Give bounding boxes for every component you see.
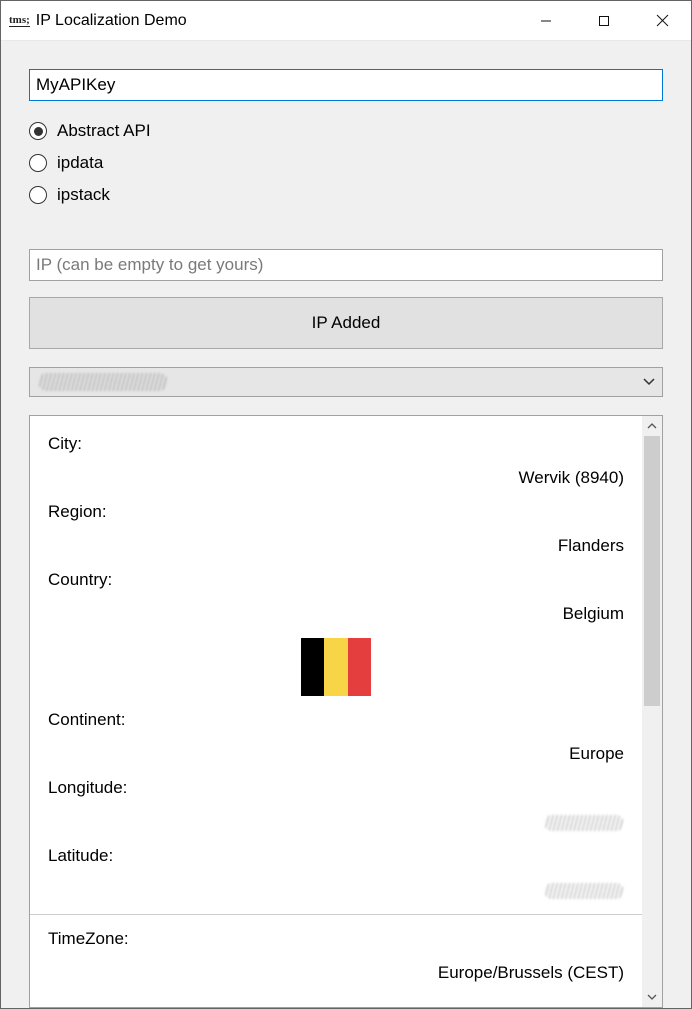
- country-value: Belgium: [48, 604, 624, 624]
- window-controls: [517, 1, 691, 40]
- redacted-text: [544, 883, 624, 899]
- timezone-value: Europe/Brussels (CEST): [48, 963, 624, 983]
- results-content: City: Wervik (8940) Region: Flanders Cou…: [30, 416, 642, 1007]
- api-key-input[interactable]: [29, 69, 663, 101]
- scroll-up-icon[interactable]: [642, 416, 662, 436]
- radio-icon: [29, 154, 47, 172]
- titlebar: tms; IP Localization Demo: [1, 1, 691, 41]
- radio-icon: [29, 186, 47, 204]
- results-panel: City: Wervik (8940) Region: Flanders Cou…: [29, 415, 663, 1008]
- redacted-text: [38, 373, 168, 391]
- country-flag-icon: [301, 638, 371, 696]
- chevron-down-icon: [636, 368, 662, 396]
- close-button[interactable]: [633, 1, 691, 40]
- timezone-label: TimeZone:: [48, 929, 624, 949]
- app-icon: tms;: [9, 15, 30, 27]
- continent-value: Europe: [48, 744, 624, 764]
- city-value: Wervik (8940): [48, 468, 624, 488]
- radio-label: Abstract API: [57, 121, 151, 141]
- client-area: Abstract API ipdata ipstack IP Added: [1, 41, 691, 1008]
- radio-icon: [29, 122, 47, 140]
- longitude-value: [48, 812, 624, 832]
- city-label: City:: [48, 434, 624, 454]
- scrollbar-track[interactable]: [642, 436, 662, 987]
- minimize-button[interactable]: [517, 1, 575, 40]
- radio-label: ipstack: [57, 185, 110, 205]
- longitude-label: Longitude:: [48, 778, 624, 798]
- provider-option-ipstack[interactable]: ipstack: [29, 185, 663, 205]
- region-label: Region:: [48, 502, 624, 522]
- latitude-label: Latitude:: [48, 846, 624, 866]
- continent-label: Continent:: [48, 710, 624, 730]
- scrollbar-thumb[interactable]: [644, 436, 660, 706]
- combobox-selected-value: [30, 368, 636, 396]
- redacted-text: [544, 815, 624, 831]
- maximize-button[interactable]: [575, 1, 633, 40]
- provider-option-ipdata[interactable]: ipdata: [29, 153, 663, 173]
- latitude-value: [48, 880, 624, 900]
- radio-label: ipdata: [57, 153, 103, 173]
- region-value: Flanders: [48, 536, 624, 556]
- scroll-down-icon[interactable]: [642, 987, 662, 1007]
- app-window: tms; IP Localization Demo Abstract API i…: [0, 0, 692, 1009]
- provider-radio-group: Abstract API ipdata ipstack: [29, 121, 663, 217]
- country-label: Country:: [48, 570, 624, 590]
- ip-added-button[interactable]: IP Added: [29, 297, 663, 349]
- ip-select-combobox[interactable]: [29, 367, 663, 397]
- provider-option-abstract[interactable]: Abstract API: [29, 121, 663, 141]
- vertical-scrollbar[interactable]: [642, 416, 662, 1007]
- window-title: IP Localization Demo: [36, 12, 517, 30]
- ip-input[interactable]: [29, 249, 663, 281]
- section-divider: [30, 914, 642, 915]
